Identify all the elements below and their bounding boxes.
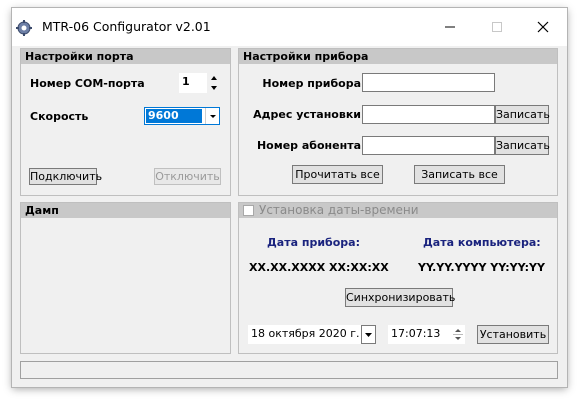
chevron-down-icon: [210, 115, 216, 118]
dump-panel: Дамп: [20, 202, 231, 354]
pc-date-label: Дата компьютера:: [423, 236, 541, 249]
close-button[interactable]: [520, 8, 566, 46]
com-port-label: Номер COM-порта: [30, 77, 145, 90]
time-spinner[interactable]: [451, 325, 465, 344]
sync-button[interactable]: Синхронизировать: [345, 288, 455, 307]
time-value: 17:07:13: [391, 327, 441, 340]
chevron-down-icon: [365, 333, 372, 337]
minimize-button[interactable]: [427, 8, 473, 46]
window-title: MTR-06 Configurator v2.01: [42, 19, 211, 34]
datetime-enable-checkbox[interactable]: [243, 205, 254, 216]
subscriber-write-button[interactable]: Записать: [495, 136, 550, 155]
install-address-input[interactable]: [362, 105, 495, 124]
disconnect-button[interactable]: Отключить: [154, 168, 221, 185]
spin-down-icon[interactable]: [211, 86, 217, 90]
connect-button[interactable]: Подключить: [29, 168, 102, 185]
spin-up-icon[interactable]: [211, 76, 217, 80]
speed-label: Скорость: [30, 110, 89, 123]
title-bar: MTR-06 Configurator v2.01: [12, 8, 567, 46]
com-port-input[interactable]: 1: [179, 73, 207, 93]
address-write-button[interactable]: Записать: [495, 105, 550, 124]
subscriber-number-input[interactable]: [362, 136, 495, 155]
device-settings-panel: Настройки прибора Номер прибора Адрес ус…: [238, 48, 558, 196]
datetime-header: Установка даты-времени: [239, 203, 557, 218]
device-date-label: Дата прибора:: [267, 236, 360, 249]
date-picker[interactable]: 18 октября 2020 г.: [248, 325, 376, 344]
set-datetime-button[interactable]: Установить: [477, 325, 549, 344]
device-number-label: Номер прибора: [262, 77, 361, 90]
device-settings-header: Настройки прибора: [239, 49, 557, 64]
minimize-icon: [445, 26, 455, 28]
subscriber-number-label: Номер абонента: [256, 139, 361, 152]
speed-select[interactable]: 9600: [144, 107, 220, 125]
write-all-button[interactable]: Записать все: [414, 165, 505, 184]
app-gear-icon: [15, 19, 33, 37]
read-all-button[interactable]: Прочитать все: [292, 165, 383, 184]
date-dropdown-button[interactable]: [361, 325, 376, 344]
date-value: 18 октября 2020 г.: [251, 327, 360, 340]
datetime-panel: Установка даты-времени Дата прибора: Дат…: [238, 202, 558, 354]
port-settings-header: Настройки порта: [21, 49, 230, 64]
speed-dropdown-button[interactable]: [205, 108, 219, 124]
install-address-label: Адрес установки: [253, 108, 361, 121]
pc-date-value: YY.YY.YYYY YY:YY:YY: [418, 261, 545, 274]
spin-down-icon[interactable]: [455, 337, 461, 340]
dump-header: Дамп: [21, 203, 230, 218]
device-date-value: XX.XX.XXXX XX:XX:XX: [249, 261, 389, 274]
status-bar: [20, 361, 558, 379]
app-window: MTR-06 Configurator v2.01 Настройки порт…: [12, 8, 567, 387]
speed-selected-value: 9600: [146, 109, 202, 123]
spin-up-icon[interactable]: [455, 329, 461, 332]
maximize-icon: [492, 22, 502, 32]
maximize-button[interactable]: [474, 8, 520, 46]
com-port-spinner[interactable]: [209, 73, 219, 93]
time-picker[interactable]: 17:07:13: [388, 325, 465, 344]
port-settings-panel: Настройки порта Номер COM-порта 1 Скорос…: [20, 48, 231, 196]
device-number-input[interactable]: [362, 73, 495, 92]
close-icon: [537, 21, 549, 33]
